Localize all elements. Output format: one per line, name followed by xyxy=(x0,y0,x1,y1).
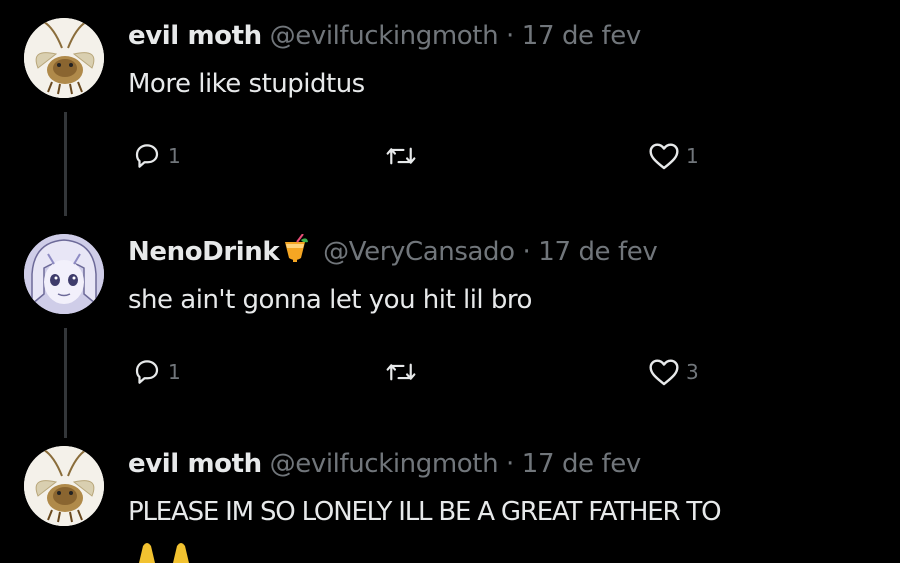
timestamp[interactable]: 17 de fev xyxy=(522,21,641,51)
moth-avatar-icon xyxy=(24,18,104,98)
avatar[interactable] xyxy=(24,234,104,314)
user-handle[interactable]: @evilfuckingmoth xyxy=(270,21,499,51)
reply-count: 1 xyxy=(168,144,181,168)
display-name[interactable]: evil moth xyxy=(128,21,262,51)
like-count: 3 xyxy=(686,360,699,384)
heart-icon xyxy=(649,143,679,170)
moth-avatar-icon xyxy=(24,446,104,526)
tweet-text: PLEASE IM SO LONELY ILL BE A GREAT FATHE… xyxy=(128,497,722,527)
user-handle[interactable]: @VeryCansado xyxy=(323,237,515,267)
retweet-icon xyxy=(386,363,416,381)
reply-count: 1 xyxy=(168,360,181,384)
tweet-text: More like stupidtus xyxy=(128,69,365,99)
thread-line xyxy=(64,328,67,438)
like-button[interactable]: 3 xyxy=(648,357,699,387)
heart-icon xyxy=(649,359,679,386)
reply-icon xyxy=(135,360,159,384)
user-handle[interactable]: @evilfuckingmoth xyxy=(270,449,499,479)
reply-icon xyxy=(135,144,159,168)
pleading-emoji-icon xyxy=(173,543,189,563)
pleading-emoji-icon xyxy=(139,543,155,563)
separator: · xyxy=(506,21,514,51)
like-count: 1 xyxy=(686,144,699,168)
tropical-drink-emoji-icon xyxy=(281,233,309,274)
emoji-row xyxy=(135,540,193,563)
retweet-icon xyxy=(386,147,416,165)
timestamp[interactable]: 17 de fev xyxy=(538,237,657,267)
like-button[interactable]: 1 xyxy=(648,141,699,171)
separator: · xyxy=(522,237,531,267)
reply-button[interactable]: 1 xyxy=(132,357,181,387)
tweet-text: she ain't gonna let you hit lil bro xyxy=(128,285,532,315)
retweet-button[interactable] xyxy=(384,141,418,171)
reply-button[interactable]: 1 xyxy=(132,141,181,171)
avatar[interactable] xyxy=(24,18,104,98)
retweet-button[interactable] xyxy=(384,357,418,387)
separator: · xyxy=(506,449,514,479)
display-name[interactable]: evil moth xyxy=(128,449,262,479)
thread-line xyxy=(64,112,67,216)
anime-girl-avatar-icon xyxy=(24,234,104,314)
avatar[interactable] xyxy=(24,446,104,526)
timestamp[interactable]: 17 de fev xyxy=(522,449,641,479)
display-name[interactable]: NenoDrink xyxy=(128,237,280,267)
